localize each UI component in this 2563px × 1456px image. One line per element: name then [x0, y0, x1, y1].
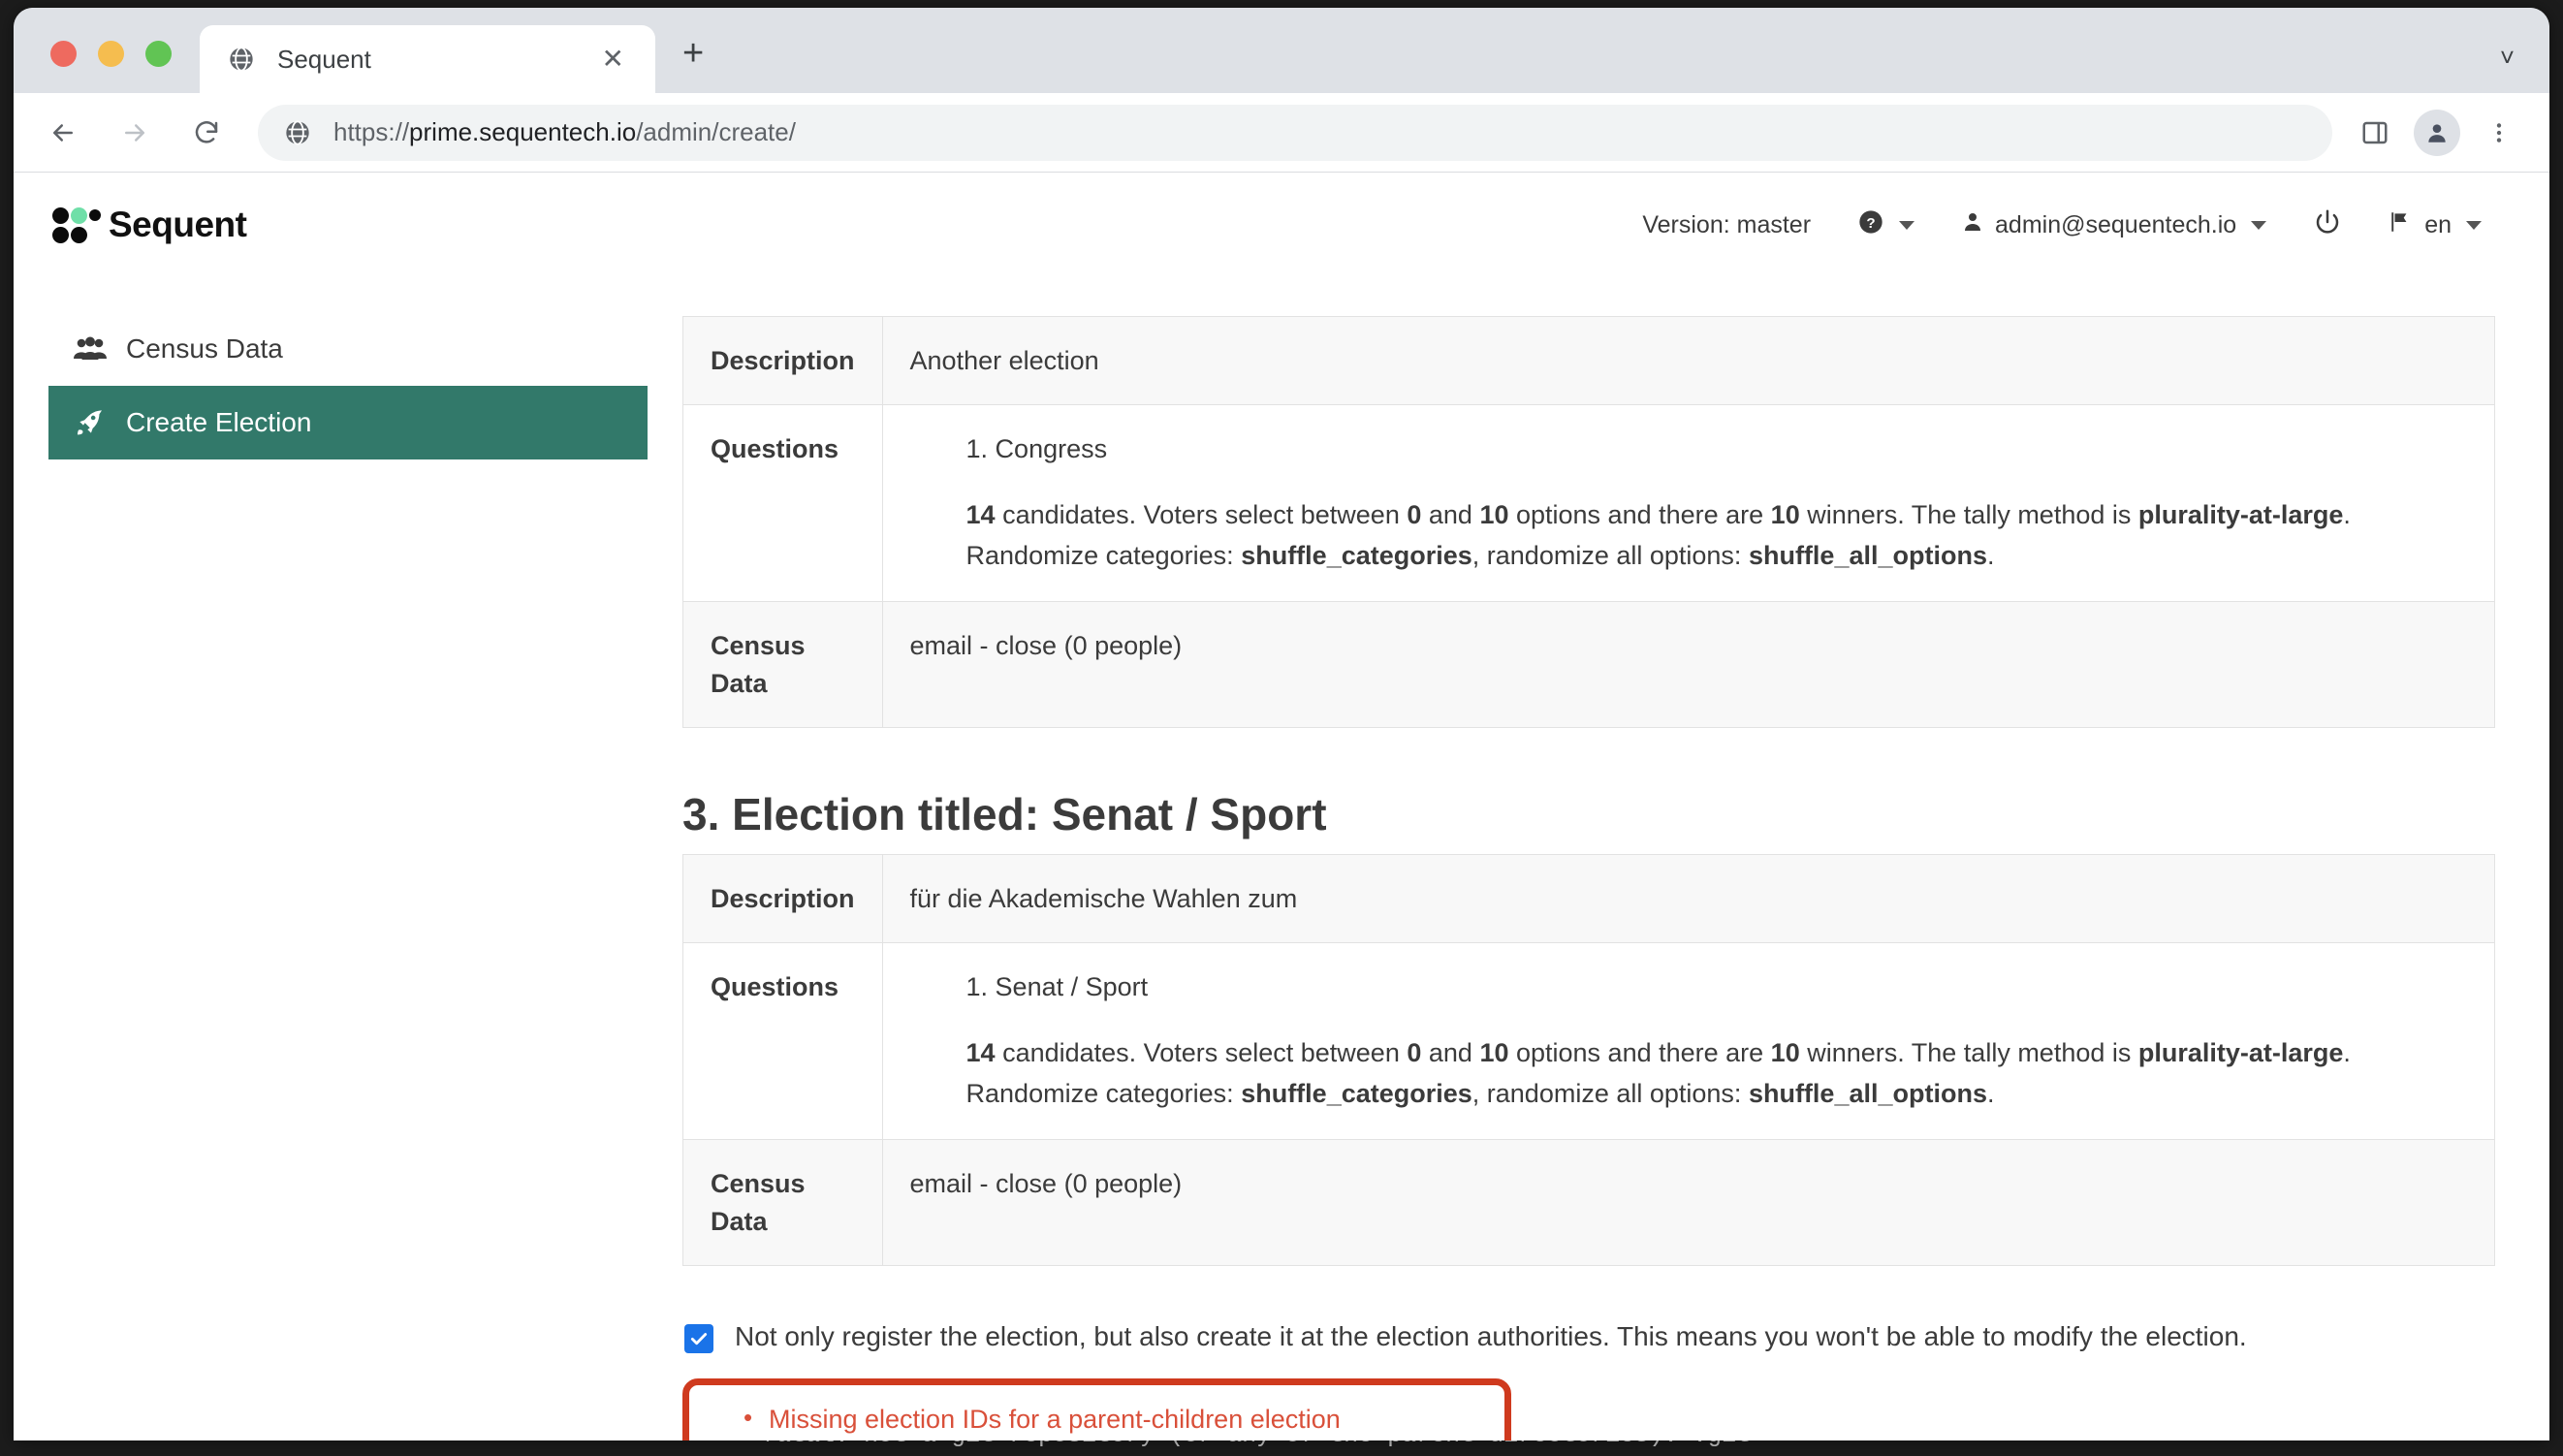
browser-tab-title: Sequent — [277, 44, 371, 74]
sidebar: Census Data Create Election — [14, 277, 682, 1440]
browser-toolbar: https://prime.sequentech.io/admin/create… — [14, 93, 2549, 173]
question-detail: 14 candidates. Voters select between 0 a… — [965, 1037, 2351, 1108]
questions-value: 1. Congress 14 candidates. Voters select… — [881, 404, 2496, 603]
flag-icon — [2389, 209, 2414, 241]
table-row: Census Data email - close (0 people) — [682, 601, 2496, 728]
page-viewport: Sequent Version: master ? admin@sequente… — [14, 173, 2549, 1440]
main-content: - Description Another election Questions — [682, 277, 2549, 1440]
page-body: Census Data Create Election Description … — [14, 277, 2549, 1440]
window-maximize-button[interactable] — [145, 41, 172, 67]
logout-button[interactable] — [2290, 207, 2365, 243]
questions-label: Questions — [682, 942, 883, 1141]
table-row: Description Another election — [682, 315, 2496, 406]
three-dot-menu-icon[interactable] — [2476, 110, 2522, 156]
browser-tab-strip: Sequent ✕ + ˅ — [14, 8, 2549, 93]
help-menu[interactable]: ? — [1834, 208, 1938, 242]
help-circle-icon: ? — [1857, 208, 1884, 242]
header-right-nav: Version: master ? admin@sequentech.io en — [1619, 173, 2505, 277]
sequent-logo-icon — [52, 206, 101, 244]
description-label: Description — [682, 315, 883, 406]
validation-error-box: Missing election IDs for a parent-childr… — [682, 1377, 1511, 1440]
url-scheme: https:// — [333, 117, 410, 146]
election-heading: 3. Election titled: Senat / Sport — [682, 789, 1327, 839]
browser-tab[interactable]: Sequent ✕ — [200, 25, 655, 93]
browser-window: Sequent ✕ + ˅ https://prime.sequentech.i… — [14, 8, 2549, 1440]
brand-name: Sequent — [109, 205, 247, 244]
app-header: Sequent Version: master ? admin@sequente… — [14, 173, 2549, 277]
profile-avatar-icon[interactable] — [2414, 109, 2460, 156]
svg-text:?: ? — [1866, 214, 1875, 231]
question-title: 1. Senat / Sport — [965, 972, 1149, 1002]
window-close-button[interactable] — [50, 41, 77, 67]
question-detail: 14 candidates. Voters select between 0 a… — [965, 499, 2351, 570]
globe-icon — [227, 45, 256, 74]
plus-icon[interactable]: + — [682, 35, 704, 72]
table-row: Questions 1. Senat / Sport 14 candidates… — [682, 942, 2496, 1141]
election-summary-table: Description Another election Questions 1… — [682, 315, 2496, 728]
version-label: Version: master — [1642, 210, 1812, 238]
table-row: Questions 1. Congress 14 candidates. Vot… — [682, 404, 2496, 603]
user-icon — [1961, 210, 1984, 240]
side-panel-icon[interactable] — [2352, 110, 2398, 156]
sidebar-item-create-election[interactable]: Create Election — [48, 386, 648, 459]
census-data-label: Census Data — [682, 601, 883, 728]
close-icon[interactable]: ✕ — [602, 46, 624, 73]
chevron-down-icon — [2251, 220, 2267, 230]
brand-logo-link[interactable]: Sequent — [52, 205, 247, 245]
chevron-down-icon — [2466, 220, 2482, 230]
question-title: 1. Congress — [965, 434, 1108, 464]
desktop-screen: fatal: not a git repository (or any of t… — [0, 0, 2563, 1456]
table-row: Census Data email - close (0 people) — [682, 1139, 2496, 1266]
window-minimize-button[interactable] — [98, 41, 124, 67]
address-bar[interactable]: https://prime.sequentech.io/admin/create… — [258, 104, 2332, 161]
power-off-icon — [2313, 207, 2342, 243]
create-at-authorities-checkbox[interactable] — [684, 1324, 713, 1353]
questions-label: Questions — [682, 404, 883, 603]
description-value: für die Akademische Wahlen zum — [881, 853, 2496, 944]
validation-error-item: Missing election IDs for a parent-childr… — [744, 1403, 1341, 1435]
description-label: Description — [682, 853, 883, 944]
table-row: Description für die Akademische Wahlen z… — [682, 853, 2496, 944]
reload-icon[interactable] — [180, 107, 233, 159]
sidebar-item-label: Create Election — [126, 407, 312, 437]
users-icon — [72, 336, 109, 362]
scrolled-heading-fragment: - — [682, 277, 2495, 304]
create-at-authorities-label: Not only register the election, but also… — [735, 1321, 2247, 1351]
scrolled-heading-text: - — [1235, 277, 1250, 289]
census-data-value: email - close (0 people) — [881, 601, 2496, 728]
url-host: prime.sequentech.io — [409, 117, 637, 146]
census-data-label: Census Data — [682, 1139, 883, 1266]
chevron-down-icon — [1899, 220, 1915, 230]
language-label: en — [2424, 210, 2452, 238]
questions-value: 1. Senat / Sport 14 candidates. Voters s… — [881, 942, 2496, 1141]
url-path: /admin/create/ — [636, 117, 796, 146]
address-bar-url: https://prime.sequentech.io/admin/create… — [333, 117, 796, 147]
census-data-value: email - close (0 people) — [881, 1139, 2496, 1266]
user-menu[interactable]: admin@sequentech.io — [1938, 210, 2290, 240]
globe-icon — [283, 118, 312, 147]
arrow-left-icon[interactable] — [37, 107, 89, 159]
language-menu[interactable]: en — [2365, 209, 2505, 241]
sidebar-item-label: Census Data — [126, 333, 283, 364]
chevron-down-icon[interactable]: ˅ — [2500, 43, 2515, 73]
arrow-right-icon[interactable] — [109, 107, 161, 159]
create-at-authorities-row: Not only register the election, but also… — [682, 1318, 2495, 1355]
description-value: Another election — [881, 315, 2496, 406]
user-email-label: admin@sequentech.io — [1995, 210, 2237, 238]
election-summary-table: Description für die Akademische Wahlen z… — [682, 853, 2496, 1266]
sidebar-item-census-data[interactable]: Census Data — [48, 312, 648, 386]
window-traffic-lights — [50, 41, 172, 67]
rocket-icon — [72, 407, 109, 438]
